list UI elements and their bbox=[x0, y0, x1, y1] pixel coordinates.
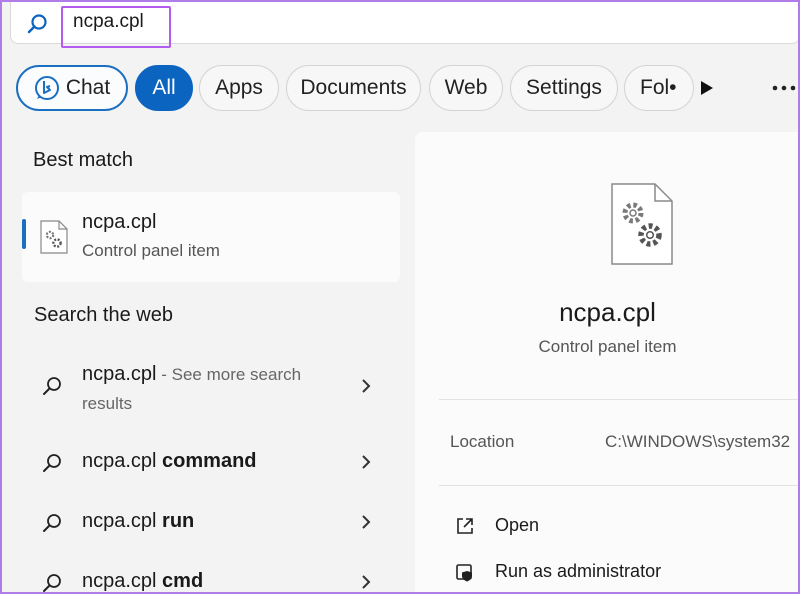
bing-chat-icon bbox=[34, 76, 59, 100]
web-result-item[interactable]: ncpa.cpl run bbox=[22, 507, 400, 537]
settings-chip[interactable]: Settings bbox=[510, 65, 618, 111]
web-chip-label: Web bbox=[444, 76, 488, 99]
web-result-hint: - See more search bbox=[156, 365, 302, 384]
all-chip-label: All bbox=[152, 76, 176, 99]
run-as-admin-action[interactable]: Run as administrator bbox=[455, 558, 775, 588]
documents-chip-label: Documents bbox=[300, 76, 407, 99]
web-result-item[interactable]: ncpa.cpl - See more search results bbox=[22, 360, 400, 420]
chevron-right-icon bbox=[362, 455, 371, 469]
documents-chip[interactable]: Documents bbox=[286, 65, 421, 111]
folders-chip[interactable]: Fol• bbox=[624, 65, 694, 111]
run-as-admin-label: Run as administrator bbox=[495, 561, 662, 581]
web-result-query: ncpa.cpl bbox=[82, 450, 157, 472]
web-result-suffix: command bbox=[156, 450, 257, 472]
web-result-suffix: run bbox=[156, 510, 195, 532]
web-result-text: ncpa.cpl run bbox=[82, 510, 194, 533]
web-result-text: ncpa.cpl command bbox=[82, 450, 257, 473]
detail-subtitle: Control panel item bbox=[538, 337, 677, 356]
location-label: Location bbox=[450, 432, 515, 451]
search-web-heading: Search the web bbox=[34, 304, 173, 326]
web-search-icon bbox=[43, 514, 61, 532]
chevron-right-icon bbox=[362, 575, 371, 589]
scroll-right-icon[interactable] bbox=[700, 80, 714, 96]
control-panel-file-icon bbox=[611, 183, 673, 265]
search-icon bbox=[27, 14, 47, 34]
web-result-query: ncpa.cpl bbox=[82, 363, 157, 385]
all-chip[interactable]: All bbox=[135, 65, 193, 111]
best-match-title: ncpa.cpl bbox=[82, 211, 157, 233]
web-result-text: ncpa.cpl cmd bbox=[82, 570, 203, 593]
open-external-icon bbox=[457, 518, 473, 534]
chat-chip-label: Chat bbox=[65, 76, 111, 99]
chevron-right-icon bbox=[362, 379, 371, 393]
detail-pane: ncpa.cpl Control panel item Location C:\… bbox=[415, 132, 800, 594]
web-result-item[interactable]: ncpa.cpl command bbox=[22, 447, 400, 477]
chevron-right-icon bbox=[362, 515, 371, 529]
web-search-icon bbox=[43, 377, 61, 395]
more-options-icon[interactable] bbox=[772, 85, 796, 91]
best-match-subtitle: Control panel item bbox=[82, 241, 220, 260]
web-search-icon bbox=[43, 454, 61, 472]
web-result-text: ncpa.cpl - See more search bbox=[82, 363, 301, 386]
divider bbox=[439, 485, 800, 486]
web-chip[interactable]: Web bbox=[429, 65, 503, 111]
detail-title: ncpa.cpl bbox=[559, 297, 656, 327]
shield-icon bbox=[456, 564, 472, 582]
web-result-query: ncpa.cpl bbox=[82, 570, 157, 592]
location-value: C:\WINDOWS\system32 bbox=[605, 432, 791, 451]
web-result-item[interactable]: ncpa.cpl cmd bbox=[22, 567, 400, 594]
search-input[interactable]: ncpa.cpl bbox=[73, 11, 144, 33]
chat-chip[interactable]: Chat bbox=[16, 65, 128, 111]
selection-indicator bbox=[22, 219, 26, 249]
web-result-suffix: cmd bbox=[156, 570, 204, 592]
best-match-item[interactable]: ncpa.cpl Control panel item bbox=[22, 192, 400, 282]
web-result-query: ncpa.cpl bbox=[82, 510, 157, 532]
open-action-label: Open bbox=[495, 515, 540, 535]
folders-chip-label: Fol• bbox=[640, 76, 677, 99]
apps-chip[interactable]: Apps bbox=[199, 65, 279, 111]
control-panel-file-icon bbox=[40, 220, 68, 254]
open-action[interactable]: Open bbox=[455, 512, 775, 542]
search-bar[interactable]: ncpa.cpl bbox=[10, 2, 800, 48]
settings-chip-label: Settings bbox=[526, 76, 602, 99]
divider bbox=[439, 399, 800, 400]
apps-chip-label: Apps bbox=[215, 76, 263, 99]
web-search-icon bbox=[43, 574, 61, 592]
web-result-hint-line2: results bbox=[82, 394, 133, 413]
best-match-heading: Best match bbox=[33, 149, 134, 171]
